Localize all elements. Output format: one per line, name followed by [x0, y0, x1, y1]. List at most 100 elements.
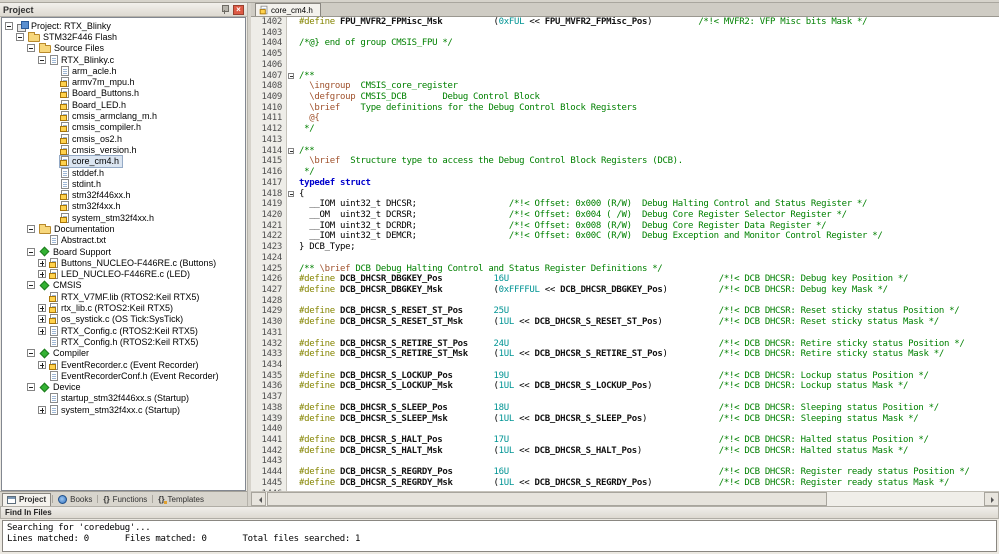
tree-item-source-files[interactable]: Source Files	[2, 43, 245, 54]
tree-item-body[interactable]: stddef.h	[60, 167, 107, 178]
find-output[interactable]: Searching for 'coredebug'... Lines matche…	[2, 520, 997, 552]
tree-item-body[interactable]: arm_acle.h	[60, 65, 120, 76]
fold-collapse-icon[interactable]	[288, 72, 294, 79]
fold-collapse-icon[interactable]	[288, 190, 294, 197]
scrollbar-thumb[interactable]	[267, 492, 827, 506]
tree-item-core-cm4-h[interactable]: core_cm4.h	[2, 154, 245, 168]
horizontal-scrollbar[interactable]	[251, 491, 999, 506]
tree-item-body[interactable]: os_systick.c (OS Tick:SysTick)	[49, 314, 186, 325]
tree-item-cmsis-version-h[interactable]: cmsis_version.h	[2, 144, 245, 155]
tree-item-body[interactable]: EventRecorder.c (Event Recorder)	[49, 359, 202, 370]
tree-item-system-stm32f4xx-c-startup[interactable]: system_stm32f4xx.c (Startup)	[2, 404, 245, 415]
tree-item-body[interactable]: CMSIS	[38, 280, 85, 291]
tree-item-stm32f4xx-h[interactable]: stm32f4xx.h	[2, 201, 245, 212]
tree-item-body[interactable]: cmsis_version.h	[60, 144, 140, 155]
tree-item-body[interactable]: cmsis_compiler.h	[60, 122, 144, 133]
tree-item-body[interactable]: Board_Buttons.h	[60, 88, 142, 99]
tree-item-body[interactable]: system_stm32f4xx.h	[60, 212, 157, 223]
tree-item-cmsis[interactable]: CMSIS	[2, 280, 245, 291]
tree-item-cmsis-os2-h[interactable]: cmsis_os2.h	[2, 133, 245, 144]
tree-item-body[interactable]: cmsis_armclang_m.h	[60, 111, 160, 122]
pin-icon[interactable]	[221, 5, 229, 14]
tree-item-board-support[interactable]: Board Support	[2, 246, 245, 257]
tree-item-system-stm32f4xx-h[interactable]: system_stm32f4xx.h	[2, 212, 245, 223]
expand-toggle-icon[interactable]	[38, 326, 46, 335]
expand-toggle-icon[interactable]	[38, 405, 46, 414]
expand-toggle-icon[interactable]	[38, 315, 46, 324]
tree-item-abstract-txt[interactable]: Abstract.txt	[2, 235, 245, 246]
tree-item-body[interactable]: Compiler	[38, 348, 92, 359]
tree-item-body[interactable]: stdint.h	[60, 178, 104, 189]
tree-item-body[interactable]: startup_stm32f446xx.s (Startup)	[49, 393, 192, 404]
tree-item-device[interactable]: Device	[2, 382, 245, 393]
tree-item-body[interactable]: Abstract.txt	[49, 235, 109, 246]
code-editor[interactable]: 1402 1403 1404 1405 1406 1407 1408 1409 1410 1411…	[251, 17, 999, 491]
tree-item-led-nucleo-f446re-c-led[interactable]: LED_NUCLEO-F446RE.c (LED)	[2, 269, 245, 280]
expand-toggle-icon[interactable]	[27, 224, 35, 233]
tree-item-eventrecorder-c-event-recorder[interactable]: EventRecorder.c (Event Recorder)	[2, 359, 245, 370]
tree-item-body[interactable]: EventRecorderConf.h (Event Recorder)	[49, 370, 222, 381]
tree-item-body[interactable]: RTX_Config.h (RTOS2:Keil RTX5)	[49, 336, 201, 347]
tree-item-body[interactable]: system_stm32f4xx.c (Startup)	[49, 404, 183, 415]
expand-toggle-icon[interactable]	[27, 383, 35, 392]
tree-item-stdint-h[interactable]: stdint.h	[2, 178, 245, 189]
tab-project[interactable]: Project	[2, 492, 52, 506]
tree-item-cmsis-compiler-h[interactable]: cmsis_compiler.h	[2, 122, 245, 133]
tree-item-body[interactable]: Device	[38, 382, 84, 393]
tree-item-buttons-nucleo-f446re-c-buttons[interactable]: Buttons_NUCLEO-F446RE.c (Buttons)	[2, 257, 245, 268]
tree-item-body[interactable]: STM32F446 Flash	[27, 31, 120, 42]
scroll-left-icon[interactable]	[251, 492, 266, 506]
expand-toggle-icon[interactable]	[27, 281, 35, 290]
tree-item-project-rtx-blinky[interactable]: Project: RTX_Blinky	[2, 20, 245, 32]
tree-item-body[interactable]: Buttons_NUCLEO-F446RE.c (Buttons)	[49, 257, 219, 268]
tree-item-board-buttons-h[interactable]: Board_Buttons.h	[2, 88, 245, 99]
tree-item-body[interactable]: rtx_lib.c (RTOS2:Keil RTX5)	[49, 303, 176, 314]
expand-toggle-icon[interactable]	[5, 21, 13, 30]
tree-item-arm-acle-h[interactable]: arm_acle.h	[2, 65, 245, 76]
fold-collapse-icon[interactable]	[288, 147, 294, 154]
tree-item-body[interactable]: LED_NUCLEO-F446RE.c (LED)	[49, 269, 193, 280]
expand-toggle-icon[interactable]	[27, 247, 35, 256]
tree-item-body[interactable]: RTX_Config.c (RTOS2:Keil RTX5)	[49, 325, 201, 336]
expand-toggle-icon[interactable]	[27, 44, 35, 53]
tree-item-stm32f446-flash[interactable]: STM32F446 Flash	[2, 31, 245, 42]
tree-item-startup-stm32f446xx-s-startup[interactable]: startup_stm32f446xx.s (Startup)	[2, 393, 245, 404]
tree-item-stddef-h[interactable]: stddef.h	[2, 167, 245, 178]
tree-item-body[interactable]: RTX_V7MF.lib (RTOS2:Keil RTX5)	[49, 291, 202, 302]
tree-item-body[interactable]: core_cm4.h	[58, 154, 124, 168]
tree-item-cmsis-armclang-m-h[interactable]: cmsis_armclang_m.h	[2, 110, 245, 122]
tree-item-body[interactable]: Source Files	[38, 43, 107, 54]
tree-item-body[interactable]: stm32f4xx.h	[60, 201, 124, 212]
tree-item-body[interactable]: Board Support	[38, 246, 114, 257]
tree-item-body[interactable]: stm32f446xx.h	[60, 190, 134, 201]
expand-toggle-icon[interactable]	[38, 304, 46, 313]
tree-item-body[interactable]: Project: RTX_Blinky	[16, 20, 114, 32]
tree-item-os-systick-c-os-tick-systick[interactable]: os_systick.c (OS Tick:SysTick)	[2, 314, 245, 325]
expand-toggle-icon[interactable]	[27, 349, 35, 358]
tab-functions[interactable]: Functions	[99, 493, 151, 506]
tree-item-rtx-blinky-c[interactable]: RTX_Blinky.c	[2, 54, 245, 65]
scroll-right-icon[interactable]	[984, 492, 999, 506]
tab-templates[interactable]: Templates	[154, 493, 208, 506]
tree-item-eventrecorderconf-h-event-recorder[interactable]: EventRecorderConf.h (Event Recorder)	[2, 370, 245, 381]
tree-item-rtx-config-h-rtos2-keil-rtx5[interactable]: RTX_Config.h (RTOS2:Keil RTX5)	[2, 336, 245, 347]
tab-books[interactable]: Books	[54, 493, 96, 506]
tree-item-stm32f446xx-h[interactable]: stm32f446xx.h	[2, 189, 245, 201]
tree-item-board-led-h[interactable]: Board_LED.h	[2, 99, 245, 110]
tree-item-rtx-v7mf-lib-rtos2-keil-rtx5[interactable]: RTX_V7MF.lib (RTOS2:Keil RTX5)	[2, 291, 245, 302]
expand-toggle-icon[interactable]	[16, 32, 24, 41]
expand-toggle-icon[interactable]	[38, 55, 46, 64]
tree-item-rtx-lib-c-rtos2-keil-rtx5[interactable]: rtx_lib.c (RTOS2:Keil RTX5)	[2, 302, 245, 314]
project-tree[interactable]: Project: RTX_Blinky STM32F446 Flash Source…	[1, 17, 246, 491]
tab-core-cm4-h[interactable]: core_cm4.h	[255, 3, 321, 16]
close-icon[interactable]: ×	[233, 4, 244, 15]
expand-toggle-icon[interactable]	[38, 270, 46, 279]
tree-item-documentation[interactable]: Documentation	[2, 223, 245, 234]
tree-item-compiler[interactable]: Compiler	[2, 348, 245, 359]
tree-item-body[interactable]: Board_LED.h	[60, 99, 129, 110]
tree-item-armv7m-mpu-h[interactable]: armv7m_mpu.h	[2, 76, 245, 88]
tree-item-body[interactable]: cmsis_os2.h	[60, 133, 125, 144]
tree-item-body[interactable]: RTX_Blinky.c	[49, 54, 117, 65]
tree-item-body[interactable]: armv7m_mpu.h	[60, 77, 138, 88]
tree-item-body[interactable]: Documentation	[38, 223, 118, 234]
